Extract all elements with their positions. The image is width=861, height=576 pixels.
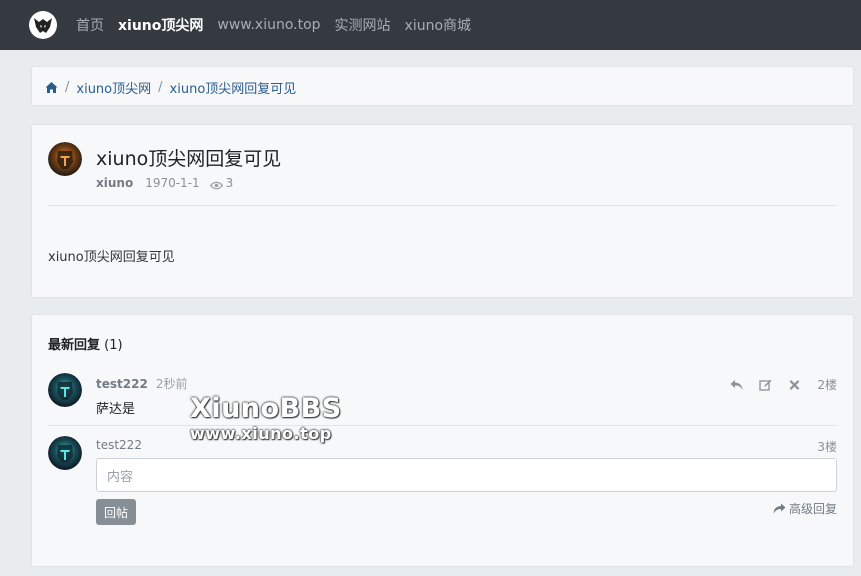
delete-icon[interactable] [788, 379, 801, 391]
submit-reply-button[interactable]: 回帖 [96, 499, 136, 525]
replies-card: 最新回复 (1) test222 2秒前 萨达是 2楼 test222 3楼 内… [31, 314, 854, 567]
reply-textarea[interactable] [96, 458, 837, 492]
nav-link-shop[interactable]: xiuno商城 [405, 15, 472, 35]
replies-heading-label: 最新回复 [48, 338, 101, 353]
thread-views: 3 [225, 176, 234, 190]
top-navbar: 首页 xiuno顶尖网 www.xiuno.top 实测网站 xiuno商城 [0, 0, 861, 50]
breadcrumb-forum[interactable]: xiuno顶尖网 [76, 78, 151, 97]
advanced-reply-label: 高级回复 [788, 502, 837, 516]
divider [48, 425, 837, 426]
nav-link-home[interactable]: 首页 [76, 15, 104, 35]
reply-avatar[interactable] [48, 373, 82, 407]
breadcrumb-card: / xiuno顶尖网 / xiuno顶尖网回复可见 [31, 66, 854, 106]
reply-icon[interactable] [730, 379, 743, 391]
thread-title: xiuno顶尖网回复可见 [96, 148, 282, 170]
reply-username[interactable]: test222 [96, 377, 148, 391]
breadcrumb-separator: / [158, 80, 163, 95]
site-logo-icon[interactable] [29, 11, 57, 39]
eye-icon [209, 179, 223, 189]
thread-body: xiuno顶尖网回复可见 [48, 250, 175, 265]
reply-time: 2秒前 [155, 377, 188, 391]
edit-icon[interactable] [759, 379, 772, 391]
advanced-reply-link[interactable]: 高级回复 [773, 500, 837, 517]
reply-content: 萨达是 [96, 402, 136, 417]
form-username: test222 [96, 438, 142, 452]
share-icon [773, 503, 786, 514]
replies-count: (1) [104, 338, 123, 353]
breadcrumb: / xiuno顶尖网 / xiuno顶尖网回复可见 [45, 78, 296, 97]
reply-actions: 2楼 [714, 376, 837, 393]
divider [48, 205, 837, 206]
thread-date: 1970-1-1 [145, 176, 200, 190]
nav-link-site[interactable]: www.xiuno.top [217, 17, 320, 33]
nav-link-test-site[interactable]: 实测网站 [335, 15, 391, 35]
reply-floor: 2楼 [817, 378, 837, 392]
nav-links: 首页 xiuno顶尖网 www.xiuno.top 实测网站 xiuno商城 [76, 0, 485, 50]
nav-link-xiuno[interactable]: xiuno顶尖网 [118, 15, 203, 35]
breadcrumb-thread[interactable]: xiuno顶尖网回复可见 [170, 78, 297, 97]
author-avatar[interactable] [48, 142, 82, 176]
home-icon[interactable] [45, 81, 58, 94]
current-user-avatar[interactable] [48, 436, 82, 470]
thread-card: xiuno顶尖网回复可见 xiuno 1970-1-1 3 xiuno顶尖网回复… [31, 124, 854, 298]
breadcrumb-separator: / [65, 80, 70, 95]
replies-heading: 最新回复 (1) [48, 334, 123, 353]
thread-author[interactable]: xiuno [96, 176, 133, 190]
form-floor: 3楼 [817, 440, 837, 454]
reply-meta: test222 2秒前 [96, 375, 187, 392]
thread-meta: xiuno 1970-1-1 3 [96, 176, 233, 190]
